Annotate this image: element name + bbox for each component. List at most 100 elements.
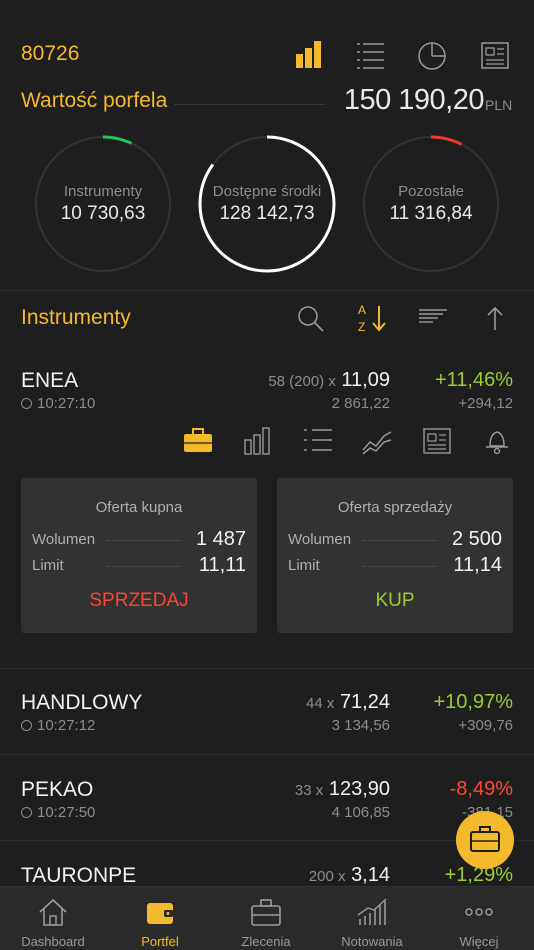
time-value: 10:27:12 — [37, 717, 96, 734]
summary-value: 128 142,73 — [219, 203, 315, 224]
instrument-change: +10,97% — [433, 691, 513, 713]
arrow-up-icon[interactable] — [480, 302, 510, 334]
pie-chart-icon[interactable] — [416, 38, 448, 72]
tab-wiecej[interactable]: Więcej — [426, 887, 532, 950]
price: 11,09 — [341, 369, 390, 391]
divider — [0, 754, 534, 755]
new-order-fab[interactable] — [456, 811, 514, 869]
tab-portfel[interactable]: Portfel — [107, 887, 213, 950]
qty: 58 (200) x — [268, 373, 336, 390]
time-value: 10:27:10 — [37, 395, 96, 412]
instrument-qty-price: 44 x 71,24 — [306, 691, 390, 714]
briefcase-icon[interactable] — [183, 424, 213, 456]
limit-row: Limit 11,14 — [288, 554, 502, 576]
summary-available-funds[interactable]: Dostępne środki 128 142,73 — [197, 134, 337, 274]
tab-label: Więcej — [459, 934, 499, 949]
instrument-time: 10:27:50 — [21, 804, 95, 821]
volume-row: Wolumen 1 487 — [32, 528, 246, 550]
bell-icon[interactable] — [482, 424, 512, 456]
tab-zlecenia[interactable]: Zlecenia — [213, 887, 319, 950]
price: 3,14 — [351, 864, 390, 886]
portfolio-value: 150 190,20 — [343, 84, 485, 116]
bottom-tab-bar: Dashboard Portfel Zlecenia Notowania Wię… — [0, 886, 534, 950]
instrument-change: -8,49% — [449, 778, 513, 800]
instrument-time: 10:27:10 — [21, 395, 95, 412]
tab-label: Dashboard — [21, 934, 85, 949]
buy-button[interactable]: KUP — [277, 590, 513, 612]
sort-lines-icon[interactable] — [418, 302, 448, 334]
wallet-icon — [147, 903, 173, 924]
buy-offer-panel: Oferta kupna Wolumen 1 487 Limit 11,11 S… — [21, 478, 257, 633]
tab-label: Portfel — [141, 934, 179, 949]
summary-label: Dostępne środki — [212, 183, 322, 200]
summary-instruments[interactable]: Instrumenty 10 730,63 — [33, 134, 173, 274]
panel-title: Oferta kupna — [95, 499, 183, 516]
news-icon[interactable] — [422, 424, 452, 456]
summary-value: 11 316,84 — [389, 203, 473, 224]
portfolio-currency: PLN — [485, 97, 513, 113]
instrument-qty-price: 33 x 123,90 — [295, 778, 390, 801]
price: 123,90 — [328, 778, 390, 800]
tab-dashboard[interactable]: Dashboard — [0, 887, 106, 950]
dotted-leader — [363, 566, 437, 567]
tab-label: Zlecenia — [241, 934, 291, 949]
volume-label: Wolumen — [288, 531, 352, 548]
summary-remaining[interactable]: Pozostałe 11 316,84 — [361, 134, 501, 274]
clock-icon — [21, 720, 32, 731]
bar-chart-icon[interactable] — [293, 38, 325, 72]
numbered-list-icon[interactable] — [303, 424, 333, 456]
tab-label: Notowania — [341, 934, 403, 949]
news-icon[interactable] — [479, 38, 511, 72]
panel-title: Oferta sprzedaży — [337, 499, 453, 516]
home-icon — [39, 898, 67, 926]
bar-chart-icon[interactable] — [243, 424, 273, 456]
summary-label: Pozostałe — [398, 183, 464, 200]
sort-alpha-icon[interactable]: A Z — [356, 302, 386, 334]
instrument-name[interactable]: PEKAO — [21, 778, 93, 802]
sort-glyph-z: Z — [358, 320, 365, 334]
instrument-sum: 4 106,85 — [331, 804, 390, 821]
divider — [0, 840, 534, 841]
list-icon[interactable] — [354, 38, 386, 72]
instrument-qty-price: 58 (200) x 11,09 — [268, 369, 390, 392]
summary-label: Instrumenty — [63, 183, 143, 200]
volume-value: 1 487 — [195, 528, 246, 550]
summary-value: 10 730,63 — [60, 203, 146, 224]
qty: 44 x — [306, 695, 335, 712]
account-number[interactable]: 80726 — [21, 42, 79, 66]
limit-row: Limit 11,11 — [32, 554, 246, 576]
volume-value: 2 500 — [451, 528, 502, 550]
sell-offer-panel: Oferta sprzedaży Wolumen 2 500 Limit 11,… — [277, 478, 513, 633]
sort-glyph-a: A — [358, 303, 366, 317]
tab-notowania[interactable]: Notowania — [319, 887, 425, 950]
briefcase-icon — [251, 899, 281, 926]
dotted-leader — [175, 104, 325, 105]
divider — [0, 668, 534, 669]
section-title: Instrumenty — [21, 306, 131, 329]
price: 71,24 — [339, 691, 390, 713]
instrument-change-abs: +309,76 — [458, 717, 513, 734]
instrument-time: 10:27:12 — [21, 717, 95, 734]
portfolio-value-label: Wartość porfela — [21, 89, 168, 112]
instrument-name[interactable]: TAURONPE — [21, 864, 136, 888]
instrument-name[interactable]: HANDLOWY — [21, 691, 142, 715]
search-icon[interactable] — [296, 302, 326, 334]
sell-button[interactable]: SPRZEDAJ — [21, 590, 257, 612]
growth-chart-icon — [357, 898, 387, 925]
limit-label: Limit — [32, 557, 64, 574]
briefcase-icon — [470, 826, 500, 852]
time-value: 10:27:50 — [37, 804, 96, 821]
volume-row: Wolumen 2 500 — [288, 528, 502, 550]
divider — [0, 290, 534, 291]
instrument-sum: 3 134,56 — [331, 717, 390, 734]
dotted-leader — [363, 540, 437, 541]
dotted-leader — [107, 566, 181, 567]
instrument-sum: 2 861,22 — [331, 395, 390, 412]
qty: 200 x — [308, 868, 346, 885]
clock-icon — [21, 807, 32, 818]
limit-value: 11,11 — [198, 554, 246, 576]
trend-lines-icon[interactable] — [362, 424, 392, 456]
volume-label: Wolumen — [32, 531, 96, 548]
instrument-name[interactable]: ENEA — [21, 369, 78, 393]
dotted-leader — [107, 540, 181, 541]
